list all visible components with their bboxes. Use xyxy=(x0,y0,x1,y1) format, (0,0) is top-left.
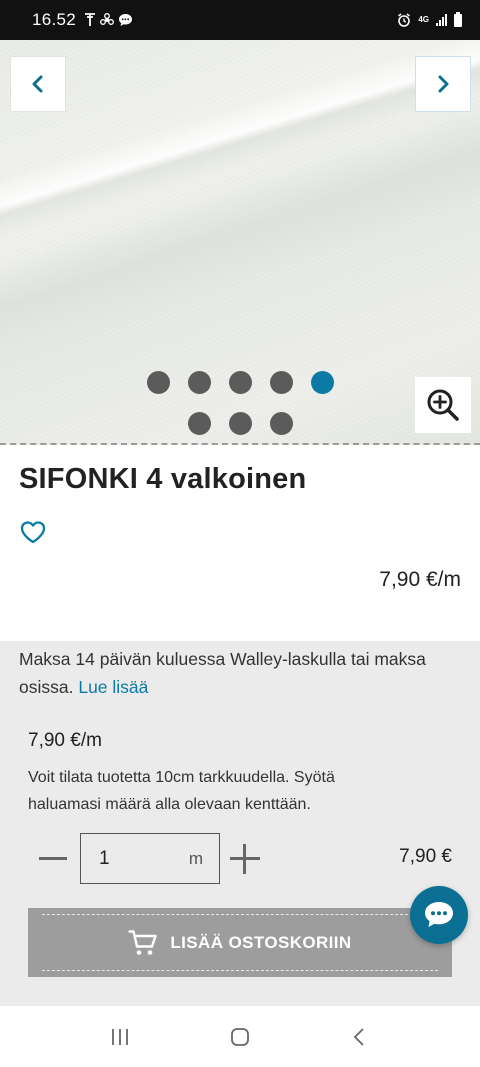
status-right-icons: 4G xyxy=(397,11,462,27)
minus-icon xyxy=(39,856,67,860)
chevron-right-icon xyxy=(438,75,449,93)
gallery-dot[interactable] xyxy=(269,371,293,394)
quantity-increase-button[interactable] xyxy=(230,844,260,874)
zoom-in-icon xyxy=(427,389,459,421)
gallery-pagination xyxy=(0,371,480,445)
line-total: 7,90 € xyxy=(399,846,452,867)
read-more-link[interactable]: Lue lisää xyxy=(78,677,148,697)
product-image-gallery[interactable] xyxy=(0,40,480,445)
gallery-dot[interactable] xyxy=(187,371,211,394)
product-title: SIFONKI 4 valkoinen xyxy=(19,463,307,495)
network-type: 4G xyxy=(418,15,429,24)
recent-apps-icon[interactable] xyxy=(109,1026,131,1048)
gallery-next-button[interactable] xyxy=(415,56,471,112)
chat-icon xyxy=(425,902,453,927)
gallery-dot[interactable] xyxy=(146,371,170,394)
gallery-dot[interactable] xyxy=(269,412,293,435)
product-price: 7,90 €/m xyxy=(379,568,461,591)
favorite-button[interactable] xyxy=(19,518,47,546)
home-icon[interactable] xyxy=(229,1026,251,1048)
alarm-icon xyxy=(398,13,411,27)
signal-icon xyxy=(436,14,447,26)
antenna-icon xyxy=(85,13,96,26)
gallery-dot[interactable] xyxy=(187,412,211,435)
fan-icon xyxy=(100,13,114,25)
message-icon xyxy=(119,14,133,26)
order-instructions: Voit tilata tuotetta 10cm tarkkuudella. … xyxy=(28,769,335,813)
zoom-button[interactable] xyxy=(415,377,471,433)
heart-icon xyxy=(20,521,46,544)
quantity-unit: m xyxy=(188,848,203,868)
payment-info: Maksa 14 päivän kuluessa Walley-laskulla… xyxy=(19,645,464,701)
battery-icon xyxy=(454,11,462,27)
gallery-dot-active[interactable] xyxy=(310,371,334,394)
gallery-dot[interactable] xyxy=(228,371,252,394)
gallery-dots-row xyxy=(0,412,480,435)
unit-price: 7,90 €/m xyxy=(28,730,102,751)
quantity-field[interactable]: 1 m xyxy=(80,833,220,884)
cart-icon xyxy=(128,929,158,955)
notification-icons xyxy=(84,13,133,27)
divider xyxy=(0,443,480,445)
gallery-dots-row xyxy=(0,371,480,394)
gallery-dot[interactable] xyxy=(228,412,252,435)
system-nav-bar xyxy=(0,1006,480,1067)
quantity-decrease-button[interactable] xyxy=(39,845,69,871)
status-time: 16.52 xyxy=(32,10,77,29)
chevron-left-icon xyxy=(32,75,43,93)
gallery-prev-button[interactable] xyxy=(10,56,66,112)
add-to-cart-label: LISÄÄ OSTOSKORIIN xyxy=(170,932,352,952)
chat-button[interactable] xyxy=(410,886,468,944)
back-icon[interactable] xyxy=(349,1026,371,1048)
quantity-value[interactable]: 1 xyxy=(99,848,110,870)
status-bar: 16.52 4G xyxy=(0,0,480,40)
add-to-cart-button[interactable]: LISÄÄ OSTOSKORIIN xyxy=(28,908,452,977)
